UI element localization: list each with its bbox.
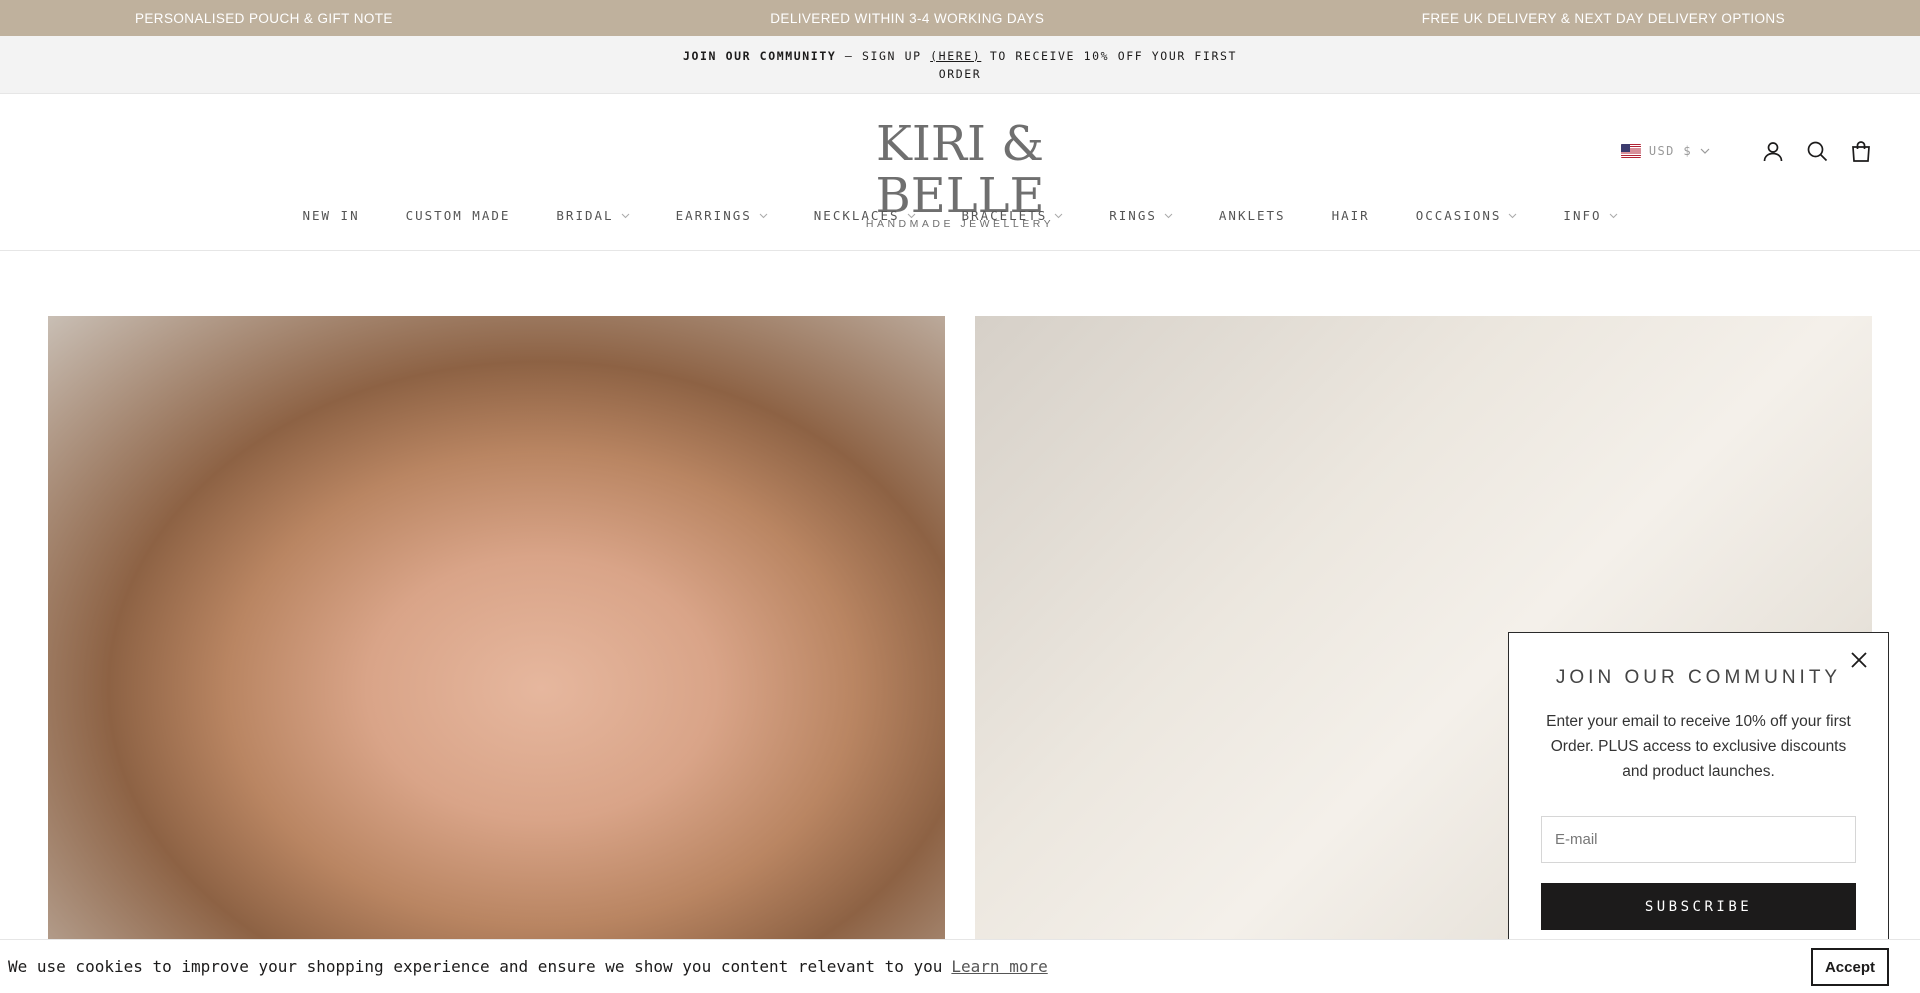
chevron-down-icon [1700,148,1710,154]
header-actions: USD $ [1620,140,1872,162]
nav-item-new-in[interactable]: NEW IN [279,208,382,223]
nav-item-occasions[interactable]: OCCASIONS [1393,208,1541,223]
account-icon[interactable] [1762,140,1784,162]
community-heading: JOIN OUR COMMUNITY [682,48,837,63]
nav-item-hair[interactable]: HAIR [1309,208,1393,223]
logo-wordmark: KIRI & BELLE [875,116,1045,224]
cookie-message: We use cookies to improve your shopping … [8,957,943,976]
promo-bar: PERSONALISED POUCH & GIFT NOTE DELIVERED… [0,0,1920,36]
nav-item-label: OCCASIONS [1415,208,1502,223]
nav-item-rings[interactable]: RINGS [1086,208,1196,223]
nav-item-label: BRACELETS [961,208,1048,223]
hero-image-model-earring[interactable] [48,316,945,993]
nav-item-anklets[interactable]: ANKLETS [1196,208,1309,223]
nav-item-bridal[interactable]: BRIDAL [533,208,652,223]
nav-item-label: CUSTOM MADE [405,208,511,223]
search-icon[interactable] [1806,140,1828,162]
chevron-down-icon [621,213,629,218]
promo-item-delivery-time: DELIVERED WITHIN 3-4 WORKING DAYS [770,10,1045,26]
community-announcement-bar: JOIN OUR COMMUNITY – SIGN UP (HERE) TO R… [0,36,1920,94]
chevron-down-icon [759,213,768,218]
cookie-banner: We use cookies to improve your shopping … [0,939,1920,993]
nav-item-earrings[interactable]: EARRINGS [653,208,791,223]
community-signup-link[interactable]: (HERE) [930,49,981,63]
popup-title: JOIN OUR COMMUNITY [1555,667,1842,688]
site-header: KIRI & BELLE HANDMADE JEWELLERY USD $ NE… [0,94,1920,251]
learn-more-link[interactable]: Learn more [951,957,1047,976]
email-field[interactable] [1541,816,1856,863]
nav-item-custom-made[interactable]: CUSTOM MADE [383,208,534,223]
nav-item-info[interactable]: INFO [1540,208,1640,223]
us-flag-icon [1620,144,1641,158]
chevron-down-icon [1164,213,1173,218]
subscribe-button[interactable]: SUBSCRIBE [1541,883,1856,930]
main-navigation: NEW IN CUSTOM MADE BRIDAL EARRINGS NECKLACES… [0,208,1920,223]
nav-item-label: NECKLACES [813,208,900,223]
nav-item-label: RINGS [1109,208,1157,223]
currency-selector[interactable]: USD $ [1620,144,1710,158]
chevron-down-icon [1054,213,1063,218]
promo-item-gift: PERSONALISED POUCH & GIFT NOTE [135,10,393,26]
accept-cookies-button[interactable]: Accept [1810,948,1889,986]
nav-item-label: EARRINGS [675,208,752,223]
currency-label: USD $ [1648,144,1692,158]
nav-item-label: HAIR [1331,208,1370,223]
chevron-down-icon [907,213,915,218]
bag-icon[interactable] [1850,140,1872,162]
community-post-link: TO RECEIVE 10% OFF YOUR FIRST ORDER [938,48,1238,81]
chevron-down-icon [1609,213,1617,218]
nav-item-necklaces[interactable]: NECKLACES [791,208,939,223]
community-pre-link: – SIGN UP [836,48,931,63]
nav-item-label: NEW IN [302,208,360,223]
nav-item-label: INFO [1563,208,1602,223]
nav-item-bracelets[interactable]: BRACELETS [939,208,1087,223]
nav-item-label: ANKLETS [1218,208,1286,223]
chevron-down-icon [1509,213,1517,218]
popup-description: Enter your email to receive 10% off your… [1546,713,1851,780]
nav-item-label: BRIDAL [556,208,614,223]
promo-item-free-delivery: FREE UK DELIVERY & NEXT DAY DELIVERY OPT… [1421,10,1785,26]
community-announcement-text: JOIN OUR COMMUNITY – SIGN UP (HERE) TO R… [680,47,1240,83]
